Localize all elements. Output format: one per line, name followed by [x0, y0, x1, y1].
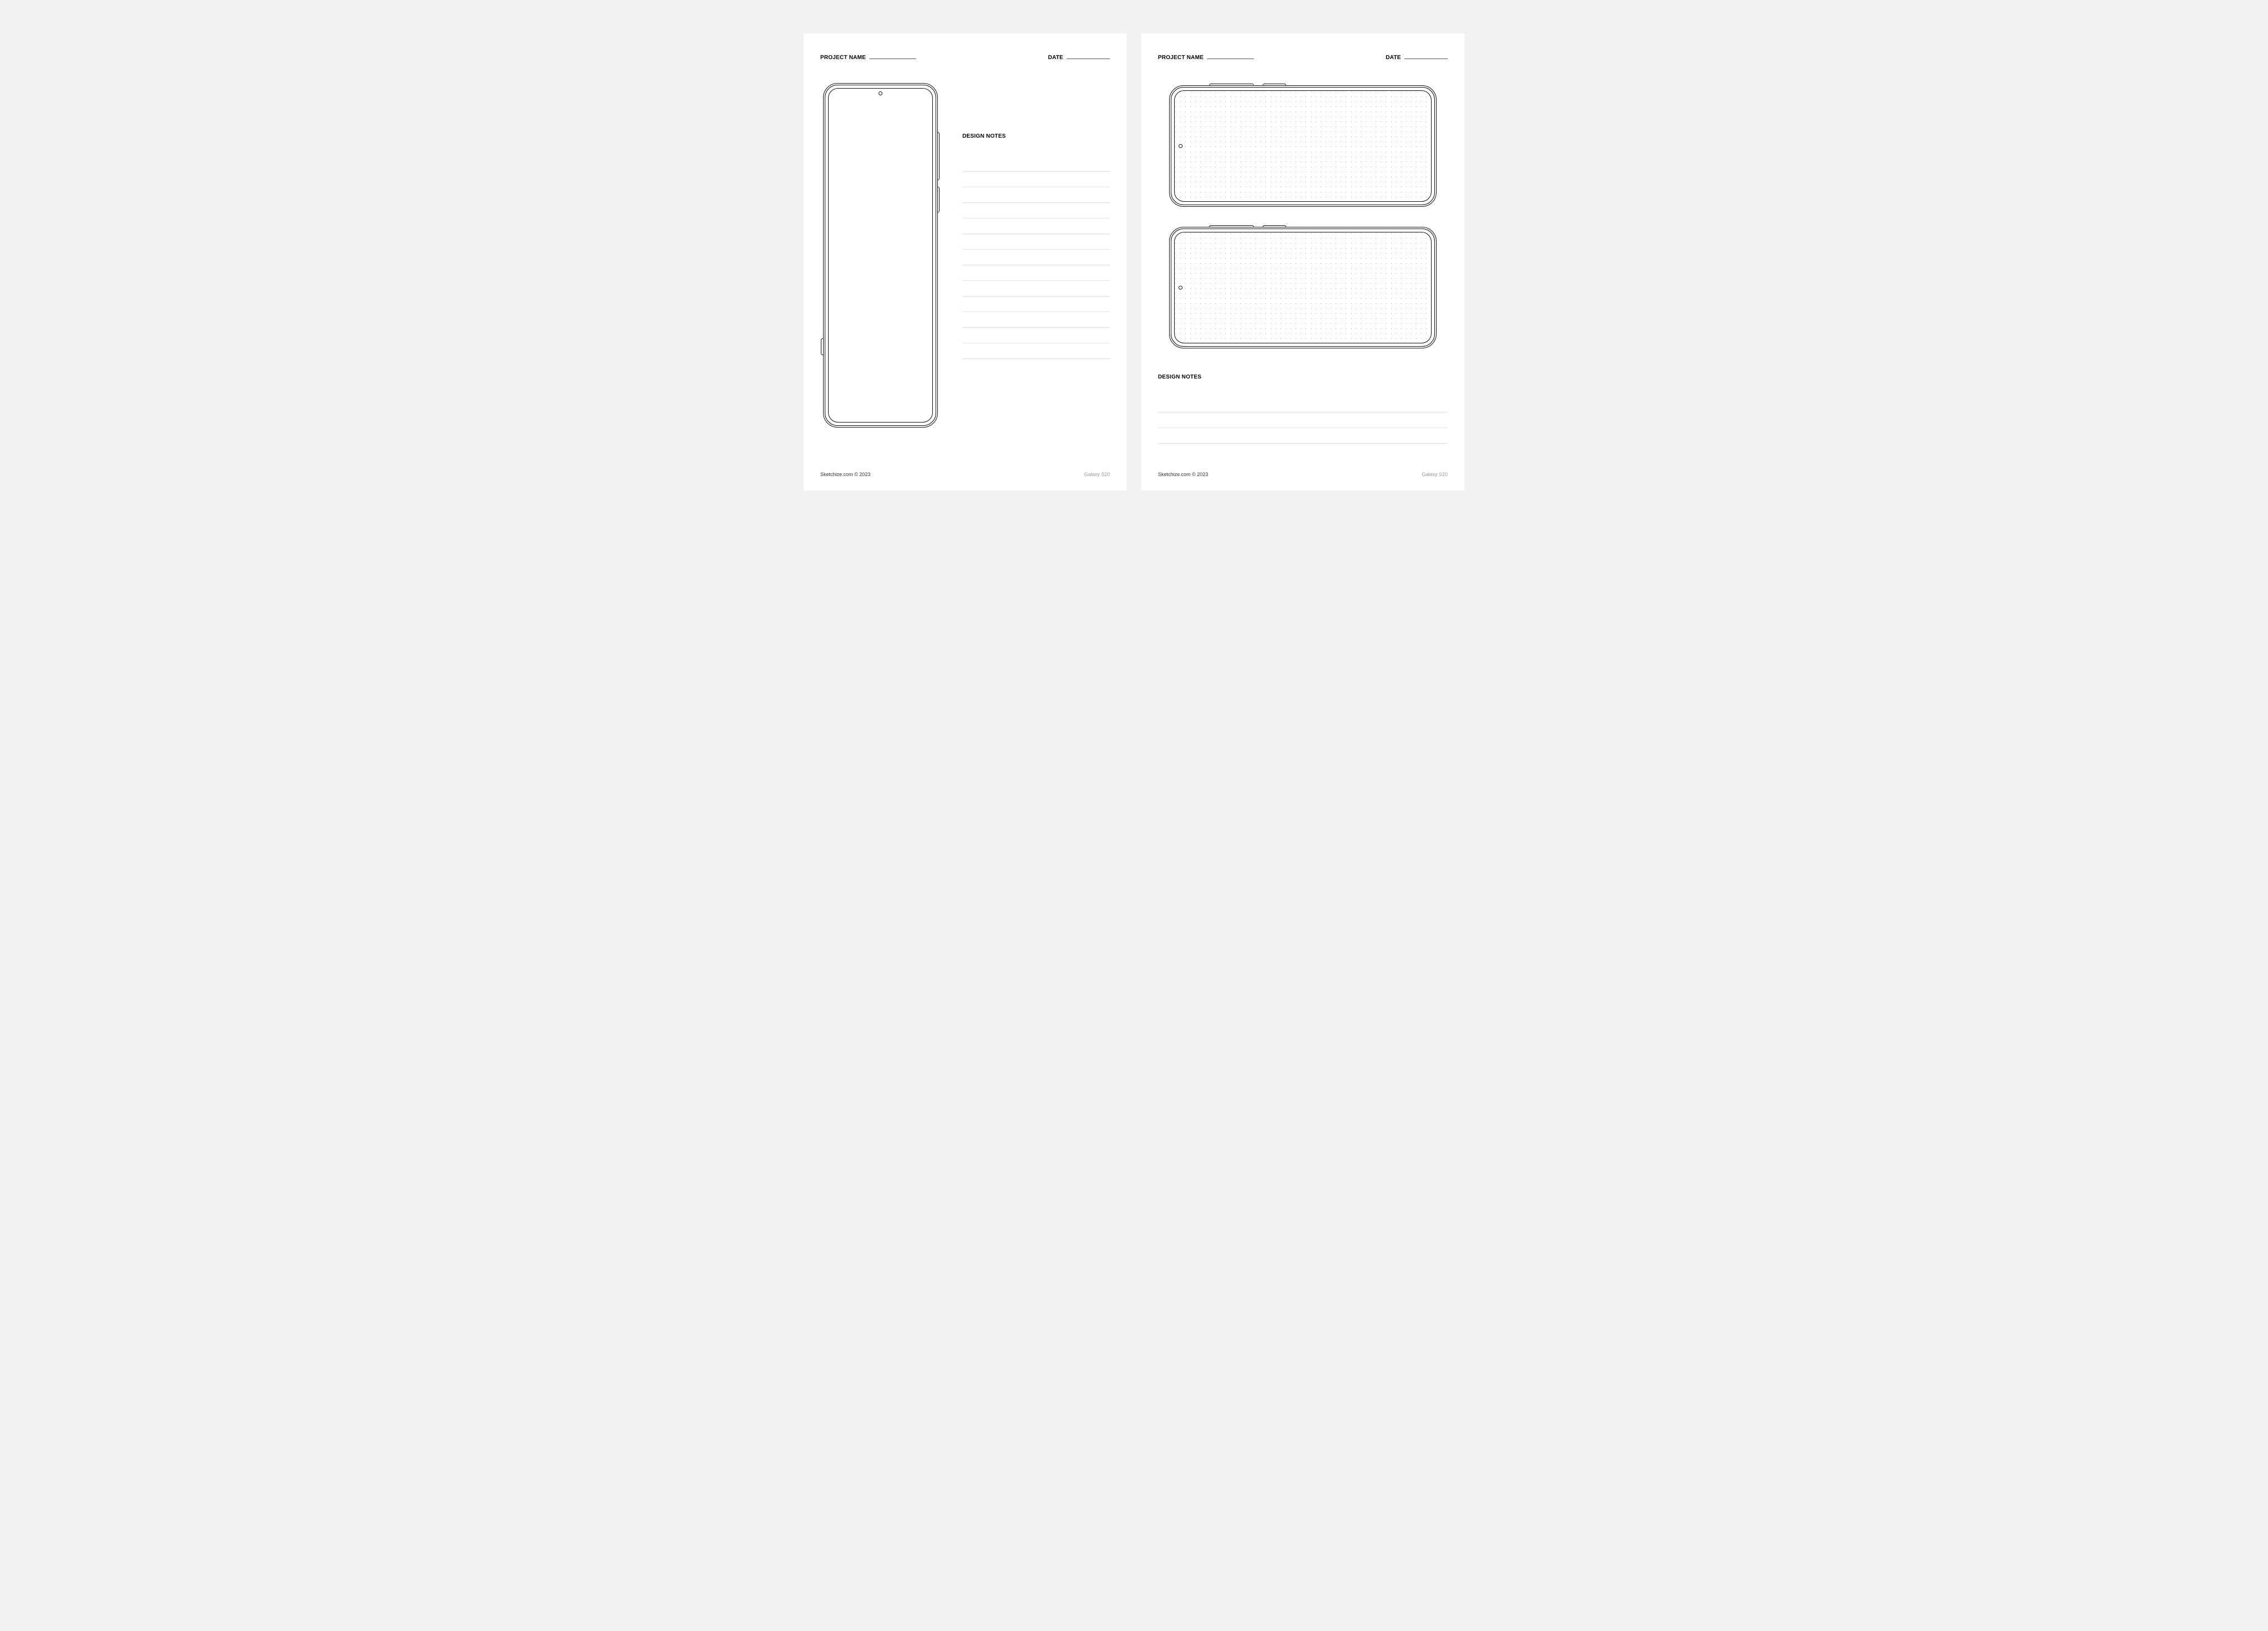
note-lines[interactable]: [962, 156, 1110, 359]
sheet-landscape: PROJECT NAME DATE DESIGN NOTES Sketchize…: [1141, 33, 1464, 491]
date-field: DATE: [1386, 55, 1448, 61]
project-name-field: PROJECT NAME: [1158, 55, 1254, 61]
note-line[interactable]: [962, 172, 1110, 187]
portrait-body: DESIGN NOTES: [820, 77, 1110, 472]
volume-button-icon: [938, 132, 940, 180]
note-lines[interactable]: [1158, 397, 1448, 444]
note-line[interactable]: [1158, 397, 1448, 412]
project-name-line[interactable]: [1207, 55, 1254, 59]
device-screen[interactable]: [1174, 232, 1432, 343]
note-line[interactable]: [962, 328, 1110, 343]
note-line[interactable]: [962, 343, 1110, 359]
footer-brand: Sketchize.com © 2023: [820, 472, 870, 477]
device-frame-portrait: [823, 83, 938, 428]
volume-button-icon: [1209, 225, 1254, 227]
side-notch-icon: [821, 338, 823, 355]
device-screen[interactable]: [828, 88, 933, 423]
device-frame-landscape: [1169, 227, 1437, 348]
note-line[interactable]: [962, 281, 1110, 297]
power-button-icon: [1263, 225, 1286, 227]
note-line[interactable]: [962, 312, 1110, 328]
sheet-header: PROJECT NAME DATE: [1158, 55, 1448, 61]
landscape-devices-stack: [1158, 85, 1448, 348]
power-button-icon: [938, 187, 940, 212]
portrait-device-column: [820, 77, 940, 472]
sheets-container: PROJECT NAME DATE: [804, 33, 1464, 491]
device-screen[interactable]: [1174, 90, 1432, 202]
camera-icon: [1179, 286, 1182, 290]
sheet-header: PROJECT NAME DATE: [820, 55, 1110, 61]
camera-icon: [878, 91, 882, 95]
design-notes-section: DESIGN NOTES: [1158, 374, 1448, 444]
note-line[interactable]: [1158, 412, 1448, 428]
sheet-footer: Sketchize.com © 2023 Galaxy S20: [820, 472, 1110, 477]
footer-device: Galaxy S20: [1084, 472, 1110, 477]
landscape-device-wrap: [1158, 227, 1448, 348]
sheet-footer: Sketchize.com © 2023 Galaxy S20: [1158, 472, 1448, 477]
sheet-portrait: PROJECT NAME DATE: [804, 33, 1127, 491]
landscape-device-wrap: [1158, 85, 1448, 207]
dot-grid: [1175, 232, 1431, 343]
note-line[interactable]: [962, 156, 1110, 172]
date-label: DATE: [1048, 55, 1063, 61]
project-name-label: PROJECT NAME: [1158, 55, 1204, 61]
note-line[interactable]: [962, 265, 1110, 281]
footer-brand: Sketchize.com © 2023: [1158, 472, 1208, 477]
camera-icon: [1179, 144, 1182, 148]
date-line[interactable]: [1067, 55, 1110, 59]
dot-grid: [1175, 91, 1431, 201]
note-line[interactable]: [962, 234, 1110, 250]
footer-device: Galaxy S20: [1422, 472, 1448, 477]
power-button-icon: [1263, 84, 1286, 86]
landscape-body: DESIGN NOTES: [1158, 77, 1448, 472]
device-frame-landscape: [1169, 85, 1437, 207]
note-line[interactable]: [962, 203, 1110, 219]
design-notes-title: DESIGN NOTES: [1158, 374, 1448, 380]
design-notes-title: DESIGN NOTES: [962, 133, 1110, 139]
date-line[interactable]: [1404, 55, 1448, 59]
note-line[interactable]: [1158, 428, 1448, 444]
date-label: DATE: [1386, 55, 1401, 61]
project-name-label: PROJECT NAME: [820, 55, 866, 61]
design-notes-column: DESIGN NOTES: [962, 77, 1110, 472]
note-line[interactable]: [962, 297, 1110, 312]
project-name-line[interactable]: [869, 55, 916, 59]
note-line[interactable]: [962, 250, 1110, 265]
date-field: DATE: [1048, 55, 1110, 61]
volume-button-icon: [1209, 84, 1254, 86]
note-line[interactable]: [962, 187, 1110, 203]
project-name-field: PROJECT NAME: [820, 55, 916, 61]
note-line[interactable]: [962, 219, 1110, 234]
